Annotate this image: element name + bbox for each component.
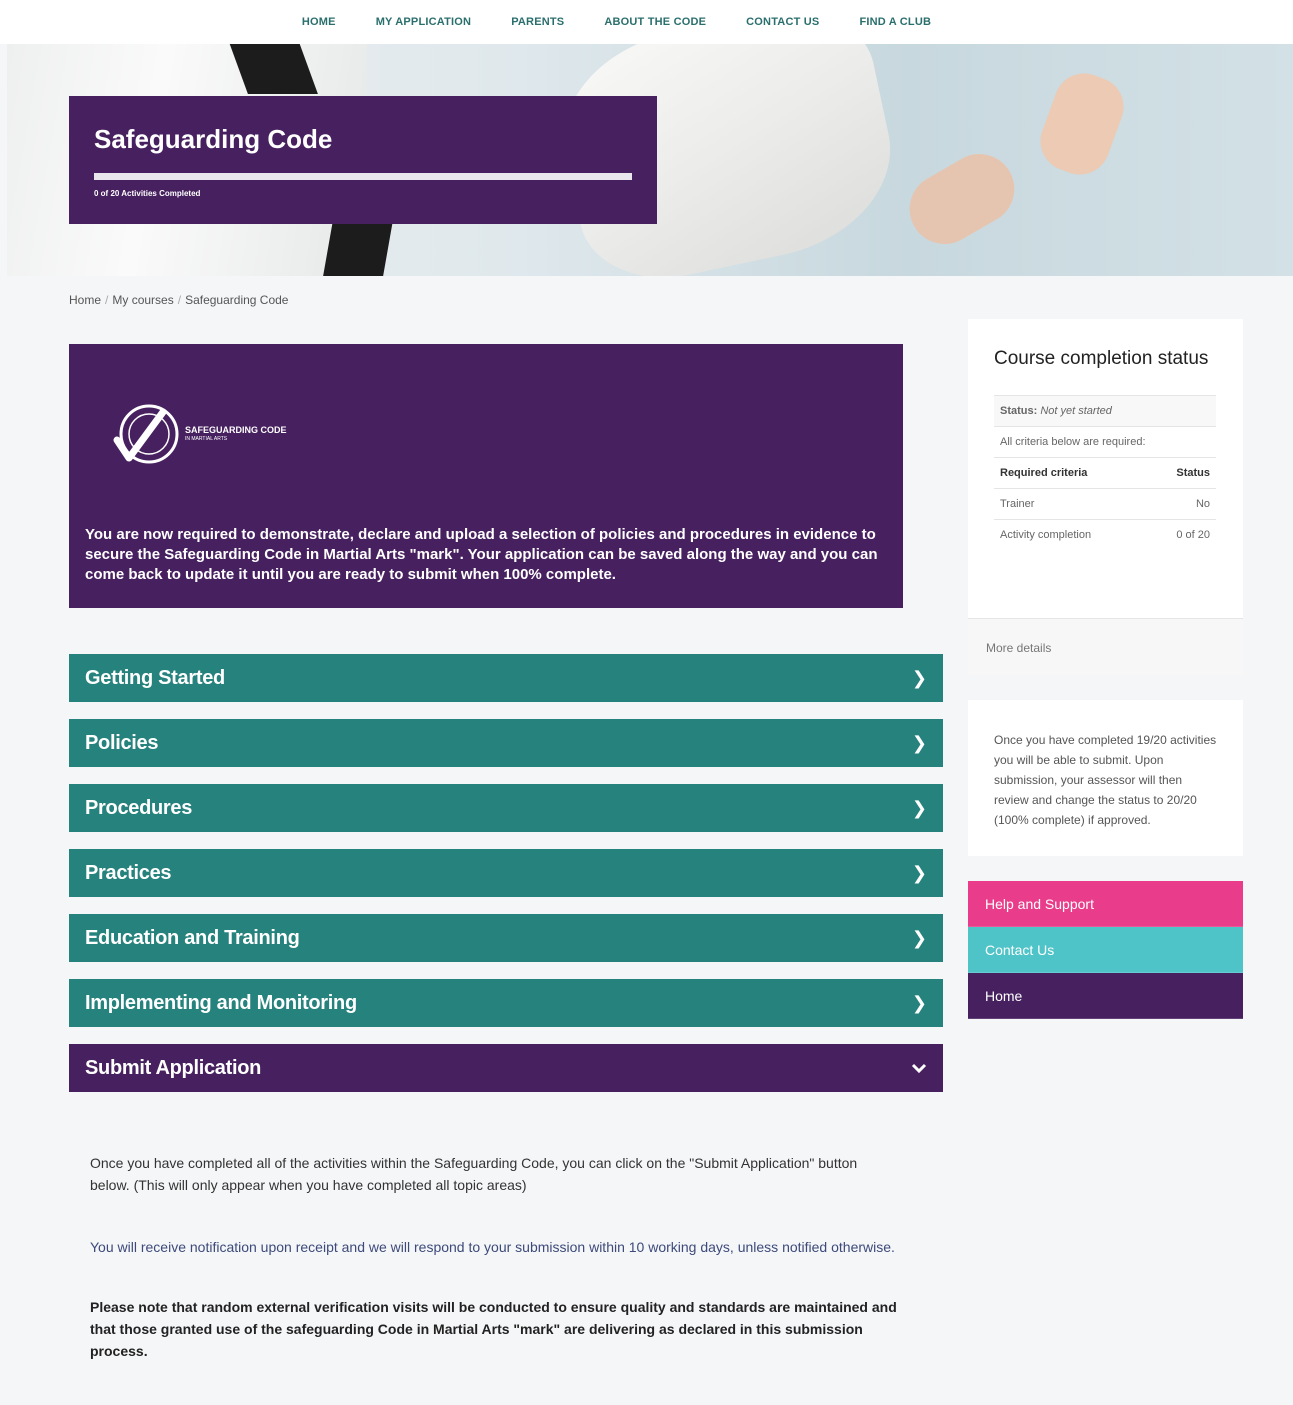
more-details-link[interactable]: More details <box>968 618 1243 675</box>
course-sections: Getting Started ❯ Policies ❯ Procedures … <box>69 654 943 1109</box>
chevron-right-icon: ❯ <box>911 667 927 688</box>
table-header-row: Required criteria Status <box>994 457 1216 489</box>
nav-home[interactable]: HOME <box>302 16 336 28</box>
chevron-right-icon: ❯ <box>911 862 927 883</box>
home-link[interactable]: Home <box>968 973 1243 1019</box>
course-progress-label: 0 of 20 Activities Completed <box>94 189 201 198</box>
hero-image-hand <box>896 141 1028 257</box>
section-label: Getting Started <box>85 666 225 689</box>
breadcrumb-home[interactable]: Home <box>69 293 101 307</box>
table-row: All criteria below are required: <box>994 426 1216 458</box>
submit-notification-text: You will receive notification upon recei… <box>90 1239 895 1255</box>
submit-verification-note: Please note that random external verific… <box>90 1299 897 1359</box>
intro-text: You are now required to demonstrate, dec… <box>85 526 878 583</box>
status-cell: No <box>1147 488 1216 520</box>
section-practices[interactable]: Practices ❯ <box>69 849 943 897</box>
course-header-panel: Safeguarding Code 0 of 20 Activities Com… <box>69 96 657 224</box>
column-header-status: Status <box>1147 457 1216 489</box>
section-label: Submit Application <box>85 1056 262 1079</box>
breadcrumb-current[interactable]: Safeguarding Code <box>185 293 288 307</box>
column-header-criteria: Required criteria <box>994 457 1148 489</box>
table-row: Trainer No <box>994 488 1216 520</box>
help-and-support-link[interactable]: Help and Support <box>968 881 1243 927</box>
status-label: Status: <box>1000 405 1038 417</box>
course-completion-status-card: Course completion status Status: Not yet… <box>968 319 1243 675</box>
nav-my-application[interactable]: MY APPLICATION <box>376 16 472 28</box>
chevron-right-icon: ❯ <box>911 927 927 948</box>
submit-instructions: Once you have completed all of the activ… <box>90 1155 858 1193</box>
hero-image-hand <box>1032 65 1132 183</box>
nav-about-the-code[interactable]: ABOUT THE CODE <box>604 16 706 28</box>
course-progress-bar <box>94 173 632 180</box>
section-implementing-and-monitoring[interactable]: Implementing and Monitoring ❯ <box>69 979 943 1027</box>
safeguarding-code-logo: SAFEGUARDING CODE IN MARTIAL ARTS <box>111 404 287 466</box>
contact-us-link[interactable]: Contact Us <box>968 927 1243 973</box>
section-label: Implementing and Monitoring <box>85 991 357 1014</box>
logo-text: SAFEGUARDING CODE IN MARTIAL ARTS <box>185 426 287 444</box>
section-education-and-training[interactable]: Education and Training ❯ <box>69 914 943 962</box>
nav-find-a-club[interactable]: FIND A CLUB <box>859 16 931 28</box>
chevron-right-icon: ❯ <box>911 732 927 753</box>
status-cell: 0 of 20 <box>1147 519 1216 550</box>
logo-subtitle: IN MARTIAL ARTS <box>185 436 228 442</box>
section-getting-started[interactable]: Getting Started ❯ <box>69 654 943 702</box>
chevron-down-icon <box>911 1058 927 1079</box>
logo-title: SAFEGUARDING CODE <box>185 425 287 435</box>
section-label: Education and Training <box>85 926 300 949</box>
breadcrumb-my-courses[interactable]: My courses <box>112 293 173 307</box>
breadcrumb: Home / My courses / Safeguarding Code <box>69 293 289 307</box>
course-title: Safeguarding Code <box>94 124 333 154</box>
chevron-right-icon: ❯ <box>911 992 927 1013</box>
submission-note-card: Once you have completed 19/20 activities… <box>968 700 1243 856</box>
side-links: Help and Support Contact Us Home <box>968 881 1243 1019</box>
chevron-right-icon: ❯ <box>911 797 927 818</box>
status-card-title: Course completion status <box>994 348 1209 369</box>
section-policies[interactable]: Policies ❯ <box>69 719 943 767</box>
criteria-cell: Trainer <box>994 488 1148 520</box>
table-row: Activity completion 0 of 20 <box>994 519 1216 550</box>
section-label: Procedures <box>85 796 193 819</box>
completion-table: Status: Not yet started All criteria bel… <box>994 395 1216 550</box>
criteria-note: All criteria below are required: <box>994 426 1216 458</box>
top-navigation: HOME MY APPLICATION PARENTS ABOUT THE CO… <box>0 0 1293 44</box>
status-value: Not yet started <box>1040 405 1112 417</box>
safeguarding-check-badge-icon <box>113 404 179 464</box>
hero-image-belt <box>320 219 394 276</box>
table-row: Status: Not yet started <box>994 395 1216 427</box>
section-label: Policies <box>85 731 159 754</box>
submit-application-content: Once you have completed all of the activ… <box>90 1152 900 1402</box>
section-label: Practices <box>85 861 172 884</box>
nav-parents[interactable]: PARENTS <box>511 16 564 28</box>
submission-note-text: Once you have completed 19/20 activities… <box>994 733 1217 827</box>
section-procedures[interactable]: Procedures ❯ <box>69 784 943 832</box>
intro-panel: SAFEGUARDING CODE IN MARTIAL ARTS You ar… <box>69 344 903 608</box>
nav-contact-us[interactable]: CONTACT US <box>746 16 819 28</box>
section-submit-application[interactable]: Submit Application <box>69 1044 943 1092</box>
criteria-cell: Activity completion <box>994 519 1148 550</box>
